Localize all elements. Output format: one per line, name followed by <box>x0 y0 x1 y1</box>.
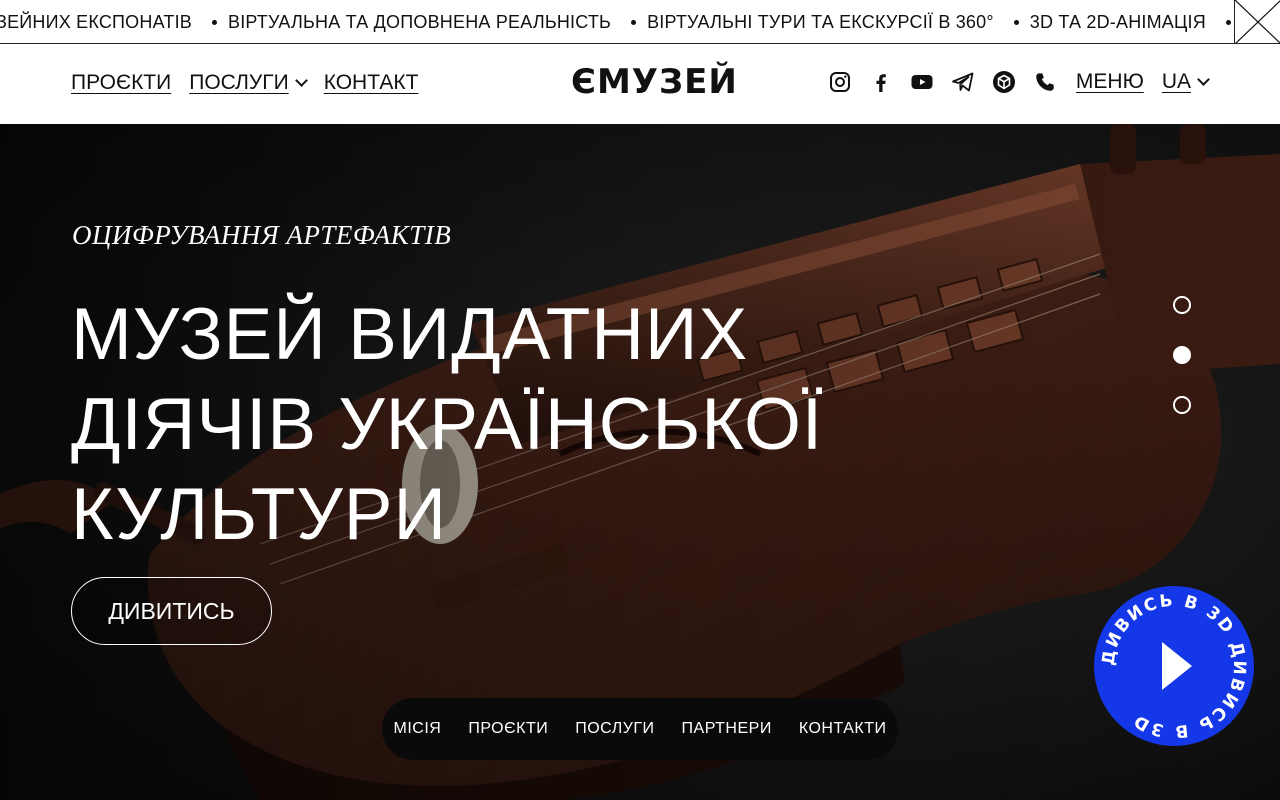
chevron-down-icon <box>1197 72 1210 86</box>
nav-projects-label: ПРОЄКТИ <box>71 71 172 94</box>
section-nav-mission[interactable]: МІСІЯ <box>394 720 442 738</box>
hero-title-line: ДІЯЧІВ УКРАЇНСЬКОЇ <box>71 384 824 465</box>
header-actions: МЕНЮ UA <box>828 70 1210 94</box>
3d-viewer-link[interactable] <box>992 70 1016 94</box>
ticker-item-label: 3D ТА 2D-АНІМАЦІЯ <box>1029 11 1206 32</box>
bullet-icon <box>212 19 217 25</box>
ticker-item-label: ВІРТУАЛЬНІ ТУРИ ТА ЕКСКУРСІЇ В 360° <box>647 11 994 32</box>
watch-button[interactable]: ДИВИТИСЬ <box>71 577 272 645</box>
announcement-ticker: ЗЕЙНИХ ЕКСПОНАТІВ ВІРТУАЛЬНА ТА ДОПОВНЕН… <box>0 0 1280 44</box>
section-nav-partners[interactable]: ПАРТНЕРИ <box>682 720 772 738</box>
nav-contact[interactable]: КОНТАКТ <box>324 71 419 95</box>
nav-services-label: ПОСЛУГИ <box>189 71 289 94</box>
chevron-down-icon <box>294 73 308 87</box>
section-nav-projects[interactable]: ПРОЄКТИ <box>468 720 548 738</box>
nav-services-dropdown[interactable]: ПОСЛУГИ <box>189 71 308 95</box>
bullet-icon <box>1225 19 1231 25</box>
nav-projects[interactable]: ПРОЄКТИ <box>71 71 171 95</box>
slide-dot[interactable] <box>1173 396 1191 414</box>
section-nav-contacts[interactable]: КОНТАКТИ <box>799 720 887 738</box>
section-nav: МІСІЯ ПРОЄКТИ ПОСЛУГИ ПАРТНЕРИ КОНТАКТИ <box>382 698 898 760</box>
hero-kicker: ОЦИФРУВАННЯ АРТЕФАКТІВ <box>72 220 452 250</box>
ticker-item: ЗЕЙНИХ ЕКСПОНАТІВ <box>0 12 192 33</box>
slider-pagination <box>1173 296 1191 446</box>
language-select[interactable]: UA <box>1161 70 1210 94</box>
primary-nav: ПРОЄКТИ ПОСЛУГИ КОНТАКТ <box>71 71 418 95</box>
slide-dot[interactable] <box>1173 296 1191 314</box>
hero-section: ОЦИФРУВАННЯ АРТЕФАКТІВ МУЗЕЙ ВИДАТНИХ ДІ… <box>0 124 1280 800</box>
ticker-item-label: ЗЕЙНИХ ЕКСПОНАТІВ <box>0 11 192 32</box>
view-3d-badge[interactable]: ДИВИСЬ В 3D ДИВИСЬ В 3D <box>1094 586 1254 746</box>
site-logo[interactable]: ЄМУЗЕЙ <box>571 62 738 102</box>
ticker-item: ВІРТУАЛЬНІ ТУРИ ТА ЕКСКУРСІЇ В 360° <box>631 12 994 33</box>
ticker-item-label: ВІРТУАЛЬНА ТА ДОПОВНЕНА РЕАЛЬНІСТЬ <box>228 11 612 32</box>
nav-contact-label: КОНТАКТ <box>323 71 419 94</box>
ticker-item: ВІРТУАЛЬНА ТА ДОПОВНЕНА РЕАЛЬНІСТЬ <box>212 12 611 33</box>
3d-cube-icon <box>992 71 1015 93</box>
facebook-link[interactable] <box>869 70 893 94</box>
hero-title-line: МУЗЕЙ ВИДАТНИХ <box>71 294 749 375</box>
site-header: ПРОЄКТИ ПОСЛУГИ КОНТАКТ ЄМУЗЕЙ МЕНЮ UA <box>0 44 1280 124</box>
bullet-icon <box>631 19 637 25</box>
telegram-link[interactable] <box>951 70 975 94</box>
instagram-link[interactable] <box>828 70 852 94</box>
phone-icon <box>1036 73 1054 91</box>
bullet-icon <box>1013 19 1019 25</box>
facebook-icon <box>876 74 886 92</box>
ticker-item: 3D ТА 2D-АНІМАЦІЯ <box>1013 11 1206 33</box>
play-icon <box>1162 642 1192 690</box>
menu-button[interactable]: МЕНЮ <box>1076 70 1144 94</box>
instagram-icon <box>829 72 850 92</box>
hero-title: МУЗЕЙ ВИДАТНИХ ДІЯЧІВ УКРАЇНСЬКОЇ КУЛЬТУ… <box>71 290 831 560</box>
language-label: UA <box>1161 70 1191 93</box>
menu-label: МЕНЮ <box>1075 70 1144 93</box>
close-ticker-button[interactable] <box>1234 0 1280 43</box>
youtube-link[interactable] <box>910 70 934 94</box>
phone-link[interactable] <box>1033 70 1057 94</box>
close-icon <box>1235 0 1280 43</box>
slide-dot-active[interactable] <box>1173 346 1191 364</box>
telegram-icon <box>952 72 974 92</box>
hero-title-line: КУЛЬТУРИ <box>71 474 447 555</box>
section-nav-services[interactable]: ПОСЛУГИ <box>575 720 654 738</box>
view-3d-badge-graphic: ДИВИСЬ В 3D ДИВИСЬ В 3D <box>1099 591 1248 742</box>
youtube-icon <box>911 75 933 89</box>
